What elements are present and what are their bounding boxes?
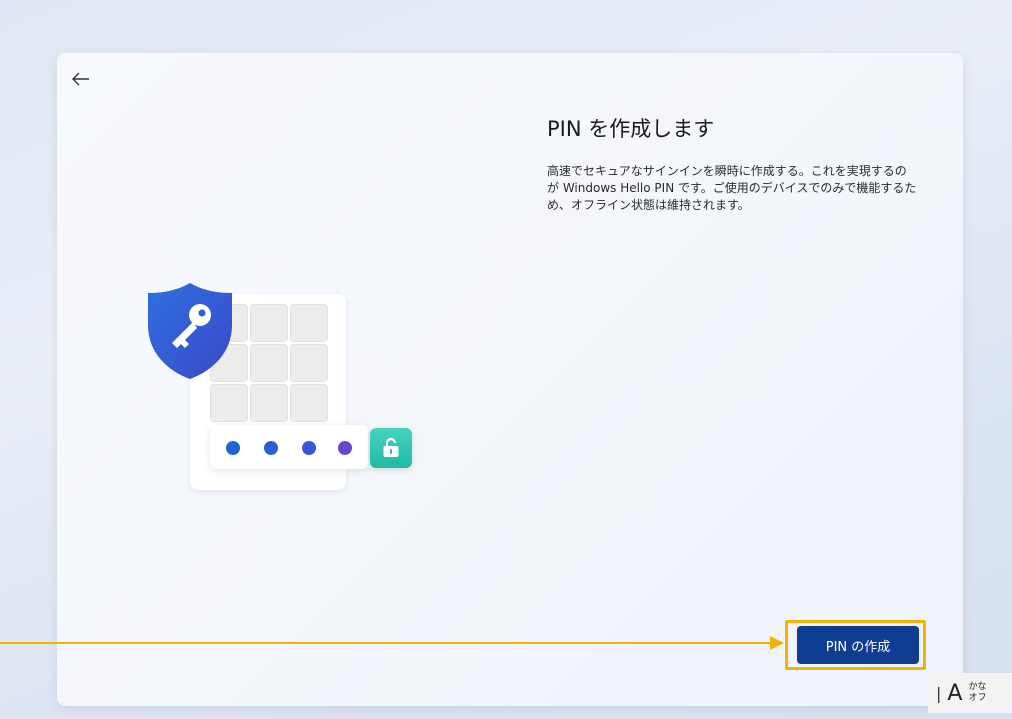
ime-mode-label: A — [947, 680, 963, 706]
arrow-left-icon — [72, 72, 89, 86]
key-shield-icon — [148, 283, 232, 379]
callout-arrow-line — [0, 642, 770, 644]
keypad-key — [210, 384, 248, 422]
page-title: PIN を作成します — [547, 117, 715, 141]
keypad-key — [290, 304, 328, 342]
setup-card: PIN を作成します 高速でセキュアなサインインを瞬時に作成する。これを実現する… — [57, 53, 963, 706]
keypad-key — [250, 344, 288, 382]
ime-kana-line1: かな — [968, 682, 987, 692]
keypad-key — [290, 344, 328, 382]
ime-separator: | — [936, 683, 942, 703]
keypad-key — [290, 384, 328, 422]
pin-entry-field — [210, 425, 368, 469]
unlock-icon — [370, 428, 412, 468]
ime-kana-line2: オフ — [968, 693, 987, 703]
keypad-key — [250, 384, 288, 422]
callout-arrow-head — [770, 636, 784, 650]
page-description: 高速でセキュアなサインインを瞬時に作成する。これを実現するのが Windows … — [547, 164, 917, 212]
pin-dot — [338, 441, 352, 455]
pin-dot — [264, 441, 278, 455]
ime-kana-status: かな オフ — [968, 682, 986, 704]
pin-dot — [226, 441, 240, 455]
ime-indicator[interactable]: | A かな オフ — [928, 673, 1012, 713]
pin-dot — [302, 441, 316, 455]
back-button[interactable] — [67, 65, 95, 93]
pin-illustration — [142, 281, 432, 496]
button-highlight-box — [785, 620, 926, 670]
keypad-key — [250, 304, 288, 342]
